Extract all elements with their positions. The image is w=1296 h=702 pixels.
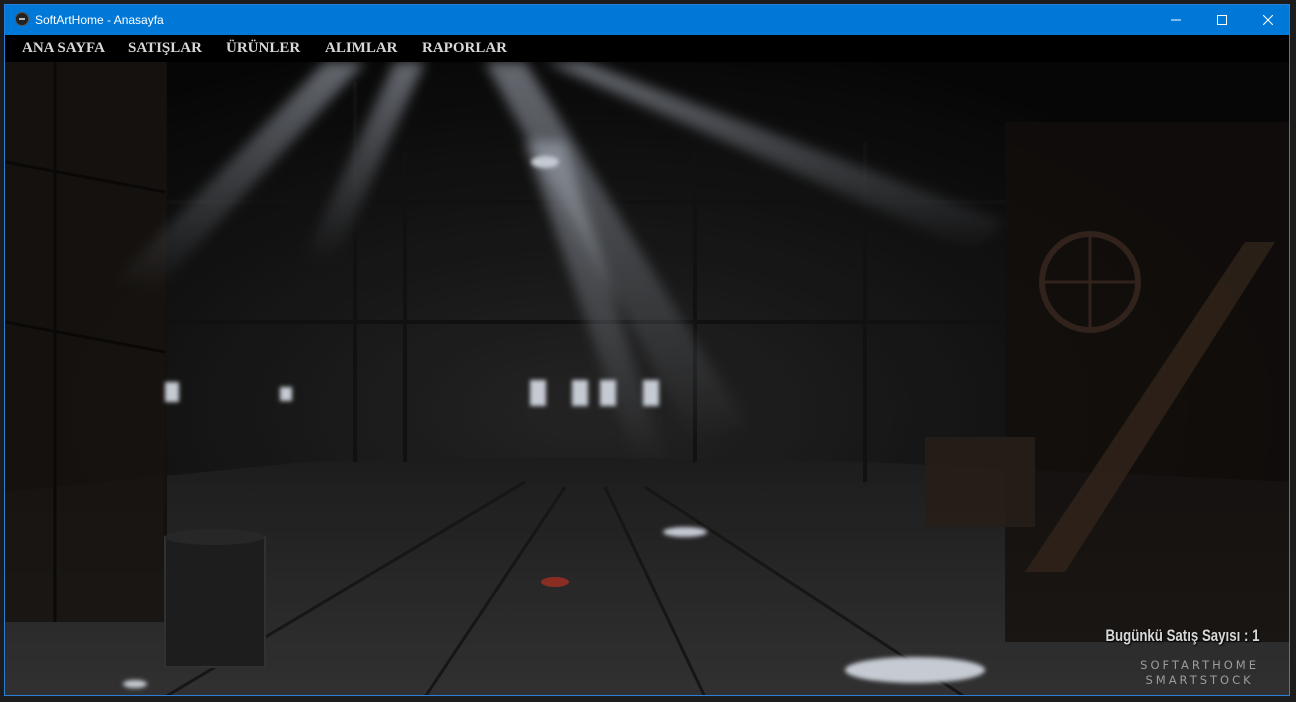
- warehouse-scene: [5, 62, 1289, 695]
- daily-sales-count: Bugünkü Satış Sayısı : 1: [1104, 626, 1259, 645]
- menu-item-urunler[interactable]: ÜRÜNLER: [226, 40, 300, 57]
- brand-watermark: SOFTARTHOME SMARTSTOCK: [1140, 658, 1259, 688]
- app-window: SoftArtHome - Anasayfa ANA SAYFA SATIŞLA…: [4, 4, 1290, 696]
- minimize-icon: [1171, 19, 1181, 21]
- brand-line-1: SOFTARTHOME: [1140, 658, 1259, 672]
- brand-line-2: SMARTSTOCK: [1145, 673, 1254, 687]
- title-bar[interactable]: SoftArtHome - Anasayfa: [5, 5, 1289, 35]
- minimize-button[interactable]: [1153, 5, 1199, 35]
- close-button[interactable]: [1245, 5, 1289, 35]
- menu-item-alimlar[interactable]: ALIMLAR: [325, 40, 398, 57]
- background-image: Bugünkü Satış Sayısı : 1 SOFTARTHOME SMA…: [5, 62, 1289, 695]
- menu-item-ana-sayfa[interactable]: ANA SAYFA: [22, 40, 105, 57]
- window-title: SoftArtHome - Anasayfa: [35, 13, 164, 27]
- menu-item-raporlar[interactable]: RAPORLAR: [422, 40, 507, 57]
- maximize-icon: [1217, 15, 1227, 25]
- close-icon: [1263, 15, 1273, 25]
- maximize-button[interactable]: [1199, 5, 1245, 35]
- menu-item-satislar[interactable]: SATIŞLAR: [128, 40, 202, 57]
- menu-bar: ANA SAYFA SATIŞLAR ÜRÜNLER ALIMLAR RAPOR…: [5, 35, 1289, 62]
- app-logo-icon: [15, 12, 29, 26]
